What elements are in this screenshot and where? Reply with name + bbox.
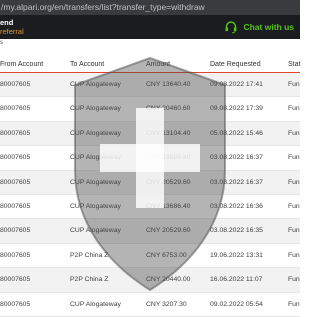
cell-to-account: CUP Alogateway <box>70 129 121 137</box>
cell-amount: CNY 20529.60 <box>146 227 191 235</box>
cell-amount: CNY 20529.60 <box>146 178 191 186</box>
cell-status: Fun <box>288 154 300 162</box>
table-row[interactable]: 80007605 CUP Alogateway CNY 13640.40 09.08.… <box>0 73 300 98</box>
cell-date-requested: 09.08.2022 17:41 <box>210 81 263 88</box>
column-to-account[interactable]: To Account <box>70 61 104 68</box>
column-status[interactable]: Stat <box>288 61 300 68</box>
cell-amount: CNY 13104.40 <box>146 129 191 137</box>
cell-amount: CNY 6753.00 <box>146 251 187 259</box>
cell-to-account: CUP Alogateway <box>70 178 121 186</box>
table-row[interactable]: 80007605 P2P China Z CNY 20440.00 16.06.202… <box>0 268 300 293</box>
site-header: end referral Chat with us <box>0 15 300 39</box>
cell-from-account: 80007605 <box>0 154 31 162</box>
headset-icon <box>224 20 238 34</box>
cell-status: Fun <box>288 202 300 210</box>
browser-address-bar[interactable]: /my.alpari.org/en/transfers/list?transfe… <box>0 0 300 15</box>
table-row[interactable]: 80007605 CUP Alogateway CNY 20529.60 03.08.… <box>0 219 300 244</box>
cell-to-account: CUP Alogateway <box>70 227 121 235</box>
cell-status: Fun <box>288 105 300 113</box>
cell-amount: CNY 13640.40 <box>146 81 191 88</box>
cell-status: Fun <box>288 251 300 259</box>
cell-amount: CNY 20440.00 <box>146 276 191 284</box>
cell-date-requested: 19.06.2022 13:31 <box>210 251 263 259</box>
cell-amount: CNY 20460.60 <box>146 105 191 113</box>
header-line-1: end <box>0 18 14 27</box>
cell-status: Fun <box>288 300 300 308</box>
table-row[interactable]: 80007605 CUP Alogateway CNY 3207.30 09.02.2… <box>0 293 300 317</box>
cell-date-requested: 16.06.2022 11:07 <box>210 276 263 284</box>
table-row[interactable]: 80007605 CUP Alogateway CNY 13104.40 05.08.… <box>0 121 300 147</box>
cell-to-account: P2P China Z <box>70 251 109 259</box>
cell-from-account: 80007605 <box>0 105 31 113</box>
cell-from-account: 80007605 <box>0 227 31 235</box>
cell-from-account: 80007605 <box>0 300 31 308</box>
cell-from-account: 80007605 <box>0 251 31 259</box>
cell-amount: CNY 13686.40 <box>146 202 191 210</box>
table-row[interactable]: 80007605 CUP Alogateway CNY 20460.60 09.08.… <box>0 97 300 122</box>
table-row[interactable]: 80007605 P2P China Z CNY 6753.00 19.06.2022… <box>0 244 300 269</box>
cell-status: Fun <box>288 81 300 88</box>
cell-to-account: CUP Alogateway <box>70 105 121 113</box>
referral-link[interactable]: referral <box>0 27 24 36</box>
cell-status: Fun <box>288 129 300 137</box>
cell-to-account: CUP Alogateway <box>70 81 121 88</box>
cell-status: Fun <box>288 178 300 186</box>
transfers-table-body: 80007605 CUP Alogateway CNY 13640.40 09.08.… <box>0 73 300 317</box>
column-amount[interactable]: Amount <box>146 61 170 68</box>
cell-date-requested: 03.08.2022 16:36 <box>210 202 263 210</box>
address-url[interactable]: /my.alpari.org/en/transfers/list?transfe… <box>0 2 205 12</box>
table-header: From Account To Account Amount Date Requ… <box>0 55 300 73</box>
cell-date-requested: 03.08.2022 16:35 <box>210 227 263 235</box>
section-strip: s <box>0 39 300 47</box>
cell-date-requested: 03.08.2022 16:37 <box>210 178 263 186</box>
cell-amount: CNY 13686.40 <box>146 154 191 162</box>
cell-to-account: CUP Alogateway <box>70 154 121 162</box>
table-row[interactable]: 80007605 CUP Alogateway CNY 13686.40 03.08.… <box>0 195 300 220</box>
section-strip-text: s <box>0 40 3 46</box>
cell-from-account: 80007605 <box>0 202 31 210</box>
cell-to-account: P2P China Z <box>70 276 109 284</box>
cell-amount: CNY 3207.30 <box>146 300 187 308</box>
cell-date-requested: 09.02.2022 05:54 <box>210 300 263 308</box>
cell-date-requested: 09.08.2022 17:39 <box>210 105 263 113</box>
table-row[interactable]: 80007605 CUP Alogateway CNY 20529.60 03.08.… <box>0 170 300 195</box>
cell-status: Fun <box>288 227 300 235</box>
cell-status: Fun <box>288 276 300 284</box>
column-from-account[interactable]: From Account <box>0 61 43 68</box>
cell-from-account: 80007605 <box>0 129 31 137</box>
cell-date-requested: 05.08.2022 15:46 <box>210 129 263 137</box>
chat-with-us-button[interactable]: Chat with us <box>224 19 294 35</box>
cell-from-account: 80007605 <box>0 81 31 88</box>
cell-date-requested: 03.08.2022 16:37 <box>210 154 263 162</box>
cell-from-account: 80007605 <box>0 276 31 284</box>
table-row[interactable]: 80007605 CUP Alogateway CNY 13686.40 03.08.… <box>0 146 300 171</box>
column-date-requested[interactable]: Date Requested <box>210 61 261 68</box>
cell-to-account: CUP Alogateway <box>70 202 121 210</box>
chat-label: Chat with us <box>243 22 294 32</box>
cell-to-account: CUP Alogateway <box>70 300 121 308</box>
cell-from-account: 80007605 <box>0 178 31 186</box>
